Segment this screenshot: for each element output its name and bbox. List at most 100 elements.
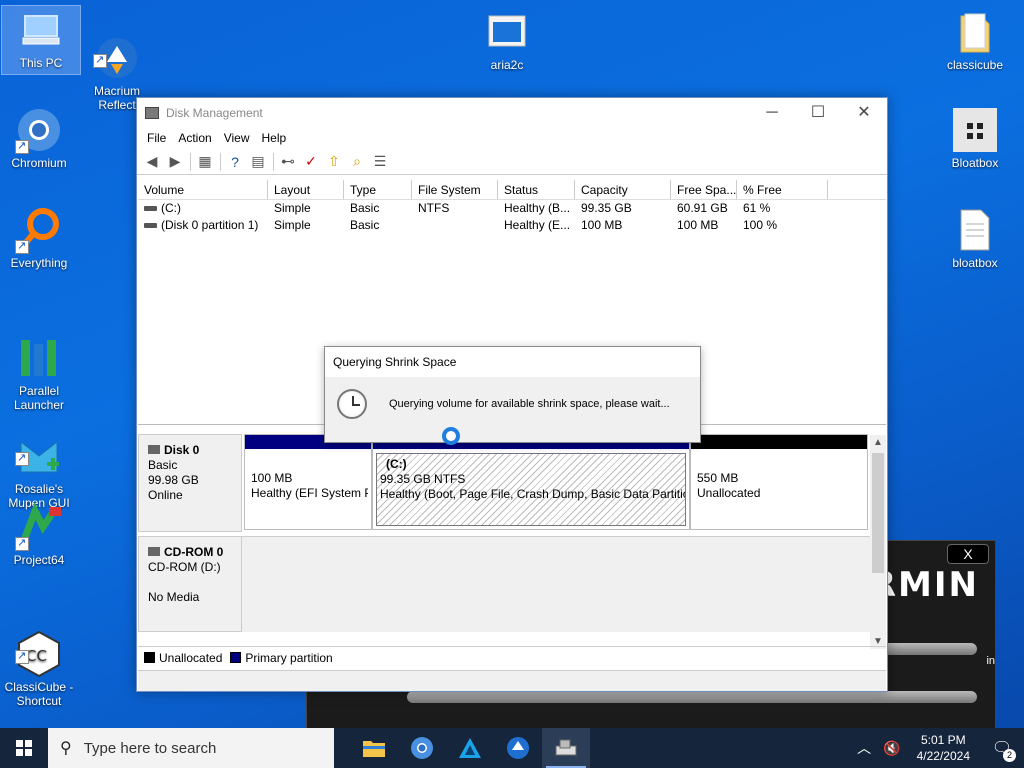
legend-swatch-unallocated xyxy=(144,652,155,663)
taskbar-clock[interactable]: 5:01 PM 4/22/2024 xyxy=(907,732,980,764)
forward-arrow-icon[interactable]: ▶ xyxy=(164,151,186,173)
partition-efi[interactable]: 100 MB Healthy (EFI System P xyxy=(244,434,372,530)
chevron-up-icon[interactable]: ︿ xyxy=(851,738,877,758)
column-header-percent-free[interactable]: % Free xyxy=(737,180,828,199)
taskbar-app-triangle[interactable] xyxy=(446,728,494,768)
desktop-icon-label: classicube xyxy=(946,58,1004,72)
system-tray: ︿ 🔇 5:01 PM 4/22/2024 🗨 2 xyxy=(851,728,1024,768)
maximize-button[interactable]: ☐ xyxy=(795,98,841,127)
partition-c[interactable]: (C:) 99.35 GB NTFS Healthy (Boot, Page F… xyxy=(372,434,690,530)
desktop-icon-label: Everything xyxy=(10,256,68,270)
desktop-icon-bloatbox[interactable]: Bloatbox xyxy=(936,106,1014,170)
start-button[interactable] xyxy=(0,728,48,768)
edge-label: in xyxy=(986,655,995,667)
menu-bar: File Action View Help xyxy=(137,127,887,149)
desktop-icon-bloatbox-file[interactable]: bloatbox xyxy=(936,206,1014,270)
disk-icon xyxy=(148,445,160,454)
notification-count-badge: 2 xyxy=(1003,749,1016,762)
column-header-volume[interactable]: Volume xyxy=(138,180,268,199)
disk-0-row: Disk 0 Basic 99.98 GB Online 100 MB Heal… xyxy=(138,434,874,532)
scroll-thumb[interactable] xyxy=(872,453,884,573)
progress-bar-bottom xyxy=(407,691,977,703)
minimize-button[interactable]: ─ xyxy=(749,98,795,127)
taskbar-file-explorer[interactable] xyxy=(350,728,398,768)
volume-muted-icon[interactable]: 🔇 xyxy=(877,740,906,757)
taskbar-search-box[interactable]: ⚲ Type here to search xyxy=(48,728,334,768)
cdrom-0-row: CD-ROM 0 CD-ROM (D:) No Media xyxy=(138,536,874,632)
clock-date: 4/22/2024 xyxy=(916,749,970,763)
cdrom-0-label[interactable]: CD-ROM 0 CD-ROM (D:) No Media xyxy=(138,536,242,632)
close-button[interactable]: X xyxy=(947,544,989,564)
desktop-icon-aria2c[interactable]: aria2c xyxy=(468,8,546,72)
chromium-icon xyxy=(411,737,433,759)
column-header-type[interactable]: Type xyxy=(344,180,412,199)
help-icon[interactable]: ? xyxy=(224,151,246,173)
graph-scrollbar[interactable]: ▲ ▼ xyxy=(870,435,886,649)
column-header-free-space[interactable]: Free Spa... xyxy=(671,180,737,199)
menu-action[interactable]: Action xyxy=(172,131,217,145)
desktop-icon-label: Bloatbox xyxy=(951,156,999,170)
back-arrow-icon[interactable]: ◀ xyxy=(141,151,163,173)
chromium-icon xyxy=(15,106,63,154)
computer-icon xyxy=(17,6,65,54)
macrium-reflect-icon xyxy=(93,20,141,78)
taskbar-chromium[interactable] xyxy=(398,728,446,768)
legend-swatch-primary xyxy=(230,652,242,663)
desktop-icon-label: Project64 xyxy=(13,553,65,567)
macrium-reflect-icon xyxy=(507,737,529,759)
project64-icon xyxy=(15,502,63,551)
disk-0-label[interactable]: Disk 0 Basic 99.98 GB Online xyxy=(138,434,242,532)
bloatbox-icon xyxy=(951,106,999,154)
shortcut-arrow-icon xyxy=(15,536,29,551)
disk-management-icon xyxy=(145,106,159,119)
menu-view[interactable]: View xyxy=(218,131,256,145)
desktop-icon-this-pc[interactable]: This PC xyxy=(1,5,81,75)
search-folder-icon[interactable]: ⌕ xyxy=(346,151,368,173)
scroll-up-icon[interactable]: ▲ xyxy=(870,437,886,448)
disk-management-icon xyxy=(555,739,577,756)
dialog-message: Querying volume for available shrink spa… xyxy=(389,398,670,410)
connect-icon[interactable]: ⊷ xyxy=(277,151,299,173)
cdrom-empty-area xyxy=(242,536,874,632)
svg-text:CC: CC xyxy=(26,647,47,665)
column-headers: Volume Layout Type File System Status Ca… xyxy=(138,180,886,200)
volume-icon xyxy=(144,223,157,229)
volume-icon xyxy=(144,206,157,212)
desktop-icon-project64[interactable]: Project64 xyxy=(0,502,78,567)
checklist-icon[interactable]: ✓ xyxy=(300,151,322,173)
table-row[interactable]: (C:) Simple Basic NTFS Healthy (B... 99.… xyxy=(138,200,886,217)
taskbar-macrium-reflect[interactable] xyxy=(494,728,542,768)
show-hide-console-icon[interactable]: ▦ xyxy=(194,151,216,173)
shortcut-arrow-icon xyxy=(15,649,29,664)
close-button[interactable]: ✕ xyxy=(841,98,887,127)
desktop-icon-label: This PC xyxy=(19,56,63,70)
partition-color-bar xyxy=(691,435,867,449)
properties-icon[interactable]: ☰ xyxy=(369,151,391,173)
classicube-icon: CC xyxy=(15,616,63,678)
action-pane-icon[interactable]: ▤ xyxy=(247,151,269,173)
menu-help[interactable]: Help xyxy=(256,131,293,145)
disk-graphical-view: Disk 0 Basic 99.98 GB Online 100 MB Heal… xyxy=(138,434,874,634)
desktop-icon-classicube-shortcut[interactable]: CC ClassiCube - Shortcut xyxy=(0,602,78,722)
windows-logo-icon xyxy=(16,740,32,756)
querying-shrink-dialog[interactable]: Querying Shrink Space Querying volume fo… xyxy=(324,346,701,443)
column-header-capacity[interactable]: Capacity xyxy=(575,180,671,199)
desktop-icon-classicube-folder[interactable]: classicube xyxy=(936,8,1014,72)
desktop-icon-everything[interactable]: Everything xyxy=(0,206,78,270)
column-header-file-system[interactable]: File System xyxy=(412,180,498,199)
column-header-status[interactable]: Status xyxy=(498,180,575,199)
legend-primary: Primary partition xyxy=(245,650,333,665)
partition-unallocated[interactable]: 550 MB Unallocated xyxy=(690,434,868,530)
menu-file[interactable]: File xyxy=(141,131,172,145)
folder-up-icon[interactable]: ⇧ xyxy=(323,151,345,173)
table-row[interactable]: (Disk 0 partition 1) Simple Basic Health… xyxy=(138,217,886,234)
text-file-icon xyxy=(951,206,999,254)
notification-center-button[interactable]: 🗨 2 xyxy=(980,728,1024,768)
desktop-icon-chromium[interactable]: Chromium xyxy=(0,106,78,170)
title-bar[interactable]: Disk Management ─ ☐ ✕ xyxy=(137,98,887,127)
column-header-layout[interactable]: Layout xyxy=(268,180,344,199)
taskbar-disk-management[interactable] xyxy=(542,728,590,768)
legend: Unallocated Primary partition xyxy=(138,646,886,668)
search-icon: ⚲ xyxy=(60,740,72,757)
window-title: Disk Management xyxy=(166,105,263,120)
